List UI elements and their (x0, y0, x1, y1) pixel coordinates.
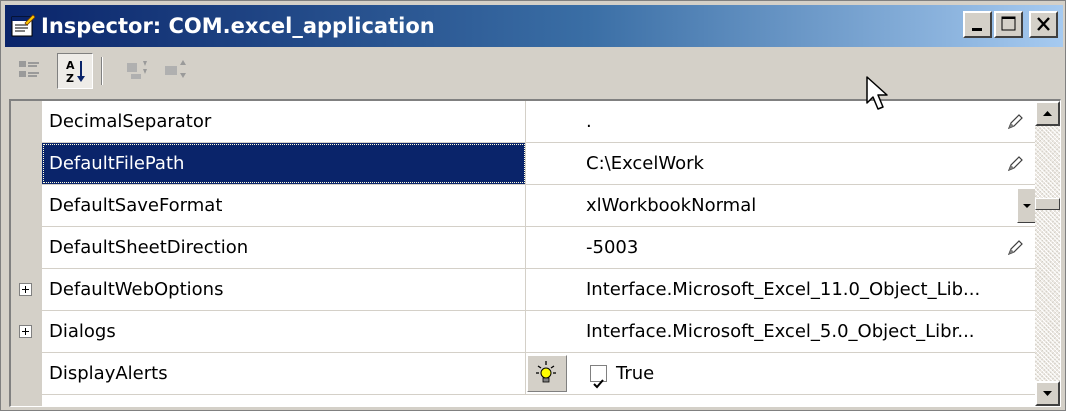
property-value-text: . (586, 111, 592, 132)
property-row[interactable]: Dialogs Interface.Microsoft_Excel_5.0_Ob… (42, 311, 1036, 353)
checkbox[interactable] (590, 365, 607, 389)
property-row[interactable]: DisplayAlerts True (42, 353, 1036, 395)
close-icon (1037, 17, 1050, 31)
property-name: DefaultWebOptions (42, 269, 526, 310)
property-value[interactable]: Interface.Microsoft_Excel_11.0_Object_Li… (526, 269, 1036, 310)
categorized-view-button[interactable] (11, 53, 47, 89)
property-value[interactable]: -5003 (526, 227, 1036, 268)
window-title: Inspector: COM.excel_application (41, 14, 435, 38)
maximize-icon (1001, 16, 1016, 31)
mouse-cursor-icon (866, 76, 888, 110)
svg-text:A: A (66, 59, 75, 72)
property-name: DefaultFilePath (42, 143, 526, 184)
bulb-button[interactable] (527, 355, 567, 392)
property-value[interactable]: Interface.Microsoft_Excel_5.0_Object_Lib… (526, 311, 1036, 352)
property-value[interactable]: xlWorkbookNormal (526, 185, 1036, 226)
pencil-icon[interactable] (1006, 113, 1024, 131)
property-name: DisplayAlerts (42, 353, 526, 394)
property-value-text: -5003 (586, 237, 639, 258)
property-row[interactable]: DefaultWebOptions Interface.Microsoft_Ex… (42, 269, 1036, 311)
toolbar-separator (101, 57, 103, 85)
scroll-thumb[interactable] (1035, 198, 1060, 210)
alphabetical-sort-button[interactable]: A Z (57, 53, 93, 89)
lightbulb-icon (536, 361, 556, 383)
maximize-button[interactable] (994, 11, 1023, 38)
property-value-text: Interface.Microsoft_Excel_5.0_Object_Lib… (586, 321, 975, 342)
expand-toggle-icon[interactable] (19, 325, 32, 338)
collapse-all-button[interactable] (157, 53, 193, 89)
toolbar: A Z (5, 49, 1063, 95)
minimize-icon (972, 28, 982, 31)
svg-text:Z: Z (66, 72, 74, 85)
checkmark-icon (593, 379, 604, 389)
property-row[interactable]: DefaultSaveFormat xlWorkbookNormal (42, 185, 1036, 227)
property-value-text: xlWorkbookNormal (586, 195, 757, 216)
property-value-text: C:\ExcelWork (586, 153, 704, 174)
pencil-icon[interactable] (1006, 155, 1024, 173)
pencil-icon[interactable] (1006, 239, 1024, 257)
dropdown-button[interactable] (1017, 188, 1036, 223)
close-button[interactable] (1029, 11, 1058, 38)
property-name: DefaultSheetDirection (42, 227, 526, 268)
property-row[interactable]: DefaultSheetDirection -5003 (42, 227, 1036, 269)
expand-all-button[interactable] (119, 53, 155, 89)
property-name: DefaultSaveFormat (42, 185, 526, 226)
arrow-up-icon (1043, 111, 1052, 116)
inspector-window: Inspector: COM.excel_application A Z Dec… (0, 0, 1066, 411)
sort-az-icon: A Z (66, 59, 85, 85)
expand-toggle-icon[interactable] (19, 283, 32, 296)
property-grid: DecimalSeparator . DefaultFilePath C:\Ex… (9, 99, 1061, 407)
title-bar[interactable]: Inspector: COM.excel_application (5, 5, 1063, 47)
checkbox-label: True (616, 363, 655, 384)
scroll-up-button[interactable] (1035, 101, 1060, 126)
expand-all-icon (127, 61, 147, 79)
property-value[interactable]: True (526, 353, 1036, 394)
arrow-down-icon (1043, 391, 1052, 396)
property-value-text: Interface.Microsoft_Excel_11.0_Object_Li… (586, 279, 981, 300)
property-name: DecimalSeparator (42, 101, 526, 142)
property-name: Dialogs (42, 311, 526, 352)
grid-gutter (11, 101, 42, 406)
property-row-selected[interactable]: DefaultFilePath C:\ExcelWork (42, 143, 1036, 185)
scroll-down-button[interactable] (1035, 381, 1060, 406)
minimize-button[interactable] (963, 11, 992, 38)
property-value[interactable]: C:\ExcelWork (526, 143, 1036, 184)
vertical-scrollbar[interactable] (1035, 101, 1060, 406)
categorized-icon (19, 61, 39, 77)
property-value[interactable]: . (526, 101, 1036, 142)
inspector-icon (11, 14, 35, 37)
collapse-all-icon (165, 60, 186, 78)
